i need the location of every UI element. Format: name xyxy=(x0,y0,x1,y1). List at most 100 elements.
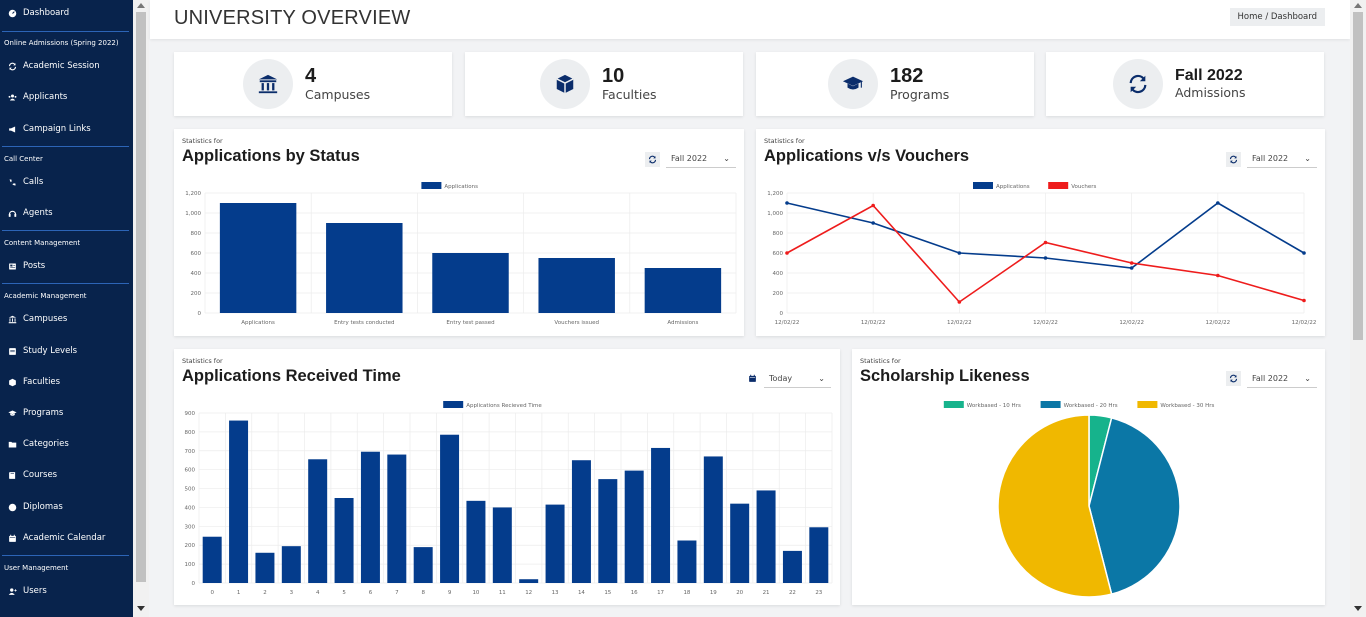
sidebar-item-dashboard[interactable]: Dashboard xyxy=(0,2,133,24)
scroll-down-arrow-icon[interactable] xyxy=(137,606,145,611)
card-scholarship-likeness: Statistics for Scholarship Likeness Fall… xyxy=(852,349,1325,605)
y-tick-label: 200 xyxy=(191,291,202,297)
stat-label: Faculties xyxy=(602,87,657,102)
chart-scholarship-likeness: Workbased - 10 Hrs Workbased - 20 Hrs Work… xyxy=(943,401,1215,598)
bar xyxy=(466,500,486,583)
sidebar-item-study-levels[interactable]: Study Levels xyxy=(0,340,133,362)
bar xyxy=(281,546,301,583)
sidebar-item-categories[interactable]: Categories xyxy=(0,433,133,455)
stat-value: 10 xyxy=(602,65,625,87)
bar xyxy=(492,507,512,583)
scroll-down-arrow-icon[interactable] xyxy=(1354,606,1362,611)
folder-icon xyxy=(8,440,17,449)
y-tick-label: 800 xyxy=(191,231,202,237)
newspaper-icon xyxy=(8,262,17,271)
card-applications-by-status: Statistics for Applications by Status Fa… xyxy=(174,129,744,336)
main-scrollbar[interactable] xyxy=(1350,0,1366,617)
data-point xyxy=(957,251,962,255)
stat-value: 4 xyxy=(305,65,317,87)
bar xyxy=(519,579,539,583)
x-tick-label: 14 xyxy=(578,590,585,596)
y-tick-label: 400 xyxy=(773,271,784,277)
sync-icon xyxy=(8,62,17,71)
sidebar-item-posts[interactable]: Posts xyxy=(0,255,133,277)
bar xyxy=(255,552,275,583)
card-applications-vs-vouchers: Statistics for Applications v/s Vouchers… xyxy=(756,129,1325,336)
legend-swatch xyxy=(1137,401,1158,408)
sidebar-item-users[interactable]: Users xyxy=(0,580,133,602)
y-tick-label: 600 xyxy=(185,468,196,474)
dashboard-icon xyxy=(8,9,17,18)
bar xyxy=(756,490,776,583)
sidebar-item-academic-calendar[interactable]: Academic Calendar xyxy=(0,527,133,549)
y-tick-label: 700 xyxy=(185,449,196,455)
breadcrumb[interactable]: Home / Dashboard xyxy=(1229,8,1325,26)
bar xyxy=(703,456,723,583)
bar xyxy=(545,504,565,583)
sidebar-item-agents[interactable]: Agents xyxy=(0,202,133,224)
legend-label: Applications xyxy=(996,184,1030,190)
sidebar-item-campaign-links[interactable]: Campaign Links xyxy=(0,118,133,140)
sidebar-item-label: Academic Session xyxy=(23,61,100,71)
sidebar-section-heading: Call Center xyxy=(4,155,43,163)
legend-swatch xyxy=(421,182,442,189)
bar xyxy=(644,268,722,313)
y-tick-label: 1,200 xyxy=(767,191,783,197)
box-icon xyxy=(8,378,17,387)
legend-label: Workbased - 10 Hrs xyxy=(967,403,1021,409)
sidebar-item-academic-session[interactable]: Academic Session xyxy=(0,55,133,77)
bar xyxy=(202,536,222,583)
sidebar-item-label: Faculties xyxy=(23,377,61,387)
x-tick-label: Applications xyxy=(241,320,275,326)
sidebar-item-calls[interactable]: Calls xyxy=(0,171,133,193)
y-tick-label: 900 xyxy=(185,411,196,417)
legend-swatch xyxy=(1048,182,1069,189)
y-tick-label: 0 xyxy=(192,581,196,587)
stat-card-programs: 182 Programs xyxy=(756,52,1034,116)
sidebar-item-courses[interactable]: Courses xyxy=(0,464,133,486)
y-tick-label: 400 xyxy=(185,505,196,511)
data-point xyxy=(871,221,875,225)
data-point xyxy=(1302,251,1306,255)
scroll-up-arrow-icon[interactable] xyxy=(1354,3,1362,8)
calendar-icon xyxy=(8,534,17,543)
x-tick-label: 12/02/22 xyxy=(861,320,886,326)
x-tick-label: 21 xyxy=(763,590,770,596)
legend-swatch xyxy=(1040,401,1061,408)
y-tick-label: 0 xyxy=(198,311,202,317)
phone-volume-icon xyxy=(8,178,17,187)
main-scroll-thumb[interactable] xyxy=(1353,12,1363,340)
x-tick-label: 12/02/22 xyxy=(1119,320,1144,326)
sidebar-item-campuses[interactable]: Campuses xyxy=(0,308,133,330)
sidebar-scrollbar[interactable] xyxy=(133,0,149,617)
card-applications-received-time: Statistics for Applications Received Tim… xyxy=(174,349,840,605)
bar xyxy=(326,223,403,313)
bar xyxy=(360,451,380,583)
sidebar-section-heading: User Management xyxy=(4,564,69,572)
stat-card-admissions: Fall 2022 Admissions xyxy=(1046,52,1324,116)
sidebar-item-applicants[interactable]: Applicants xyxy=(0,86,133,108)
bar xyxy=(432,253,509,313)
x-tick-label: 22 xyxy=(789,590,796,596)
book-icon xyxy=(8,471,17,480)
scroll-up-arrow-icon[interactable] xyxy=(137,3,145,8)
sidebar-item-programs[interactable]: Programs xyxy=(0,402,133,424)
x-tick-label: Admissions xyxy=(667,320,698,326)
sidebar-item-diplomas[interactable]: Diplomas xyxy=(0,496,133,518)
y-tick-label: 400 xyxy=(191,271,202,277)
chart-applications-vs-vouchers: Applications Vouchers 0 200 400 600 800 1,000 1,… xyxy=(767,182,1316,326)
y-tick-label: 800 xyxy=(773,231,784,237)
sidebar-item-label: Study Levels xyxy=(23,346,78,356)
bar xyxy=(229,420,249,583)
sidebar-item-label: Campuses xyxy=(23,314,68,324)
sidebar-item-faculties[interactable]: Faculties xyxy=(0,371,133,393)
sidebar-scroll-thumb[interactable] xyxy=(136,12,146,582)
x-tick-label: Entry test passed xyxy=(446,320,494,326)
bar xyxy=(624,470,644,583)
bar xyxy=(440,434,460,583)
sidebar: Dashboard Online Admissions (Spring 2022)… xyxy=(0,0,133,617)
graduation-cap-icon xyxy=(8,409,17,418)
sidebar-item-label: Diplomas xyxy=(23,502,63,512)
stat-label: Campuses xyxy=(305,87,371,102)
sync-icon xyxy=(1113,59,1163,109)
